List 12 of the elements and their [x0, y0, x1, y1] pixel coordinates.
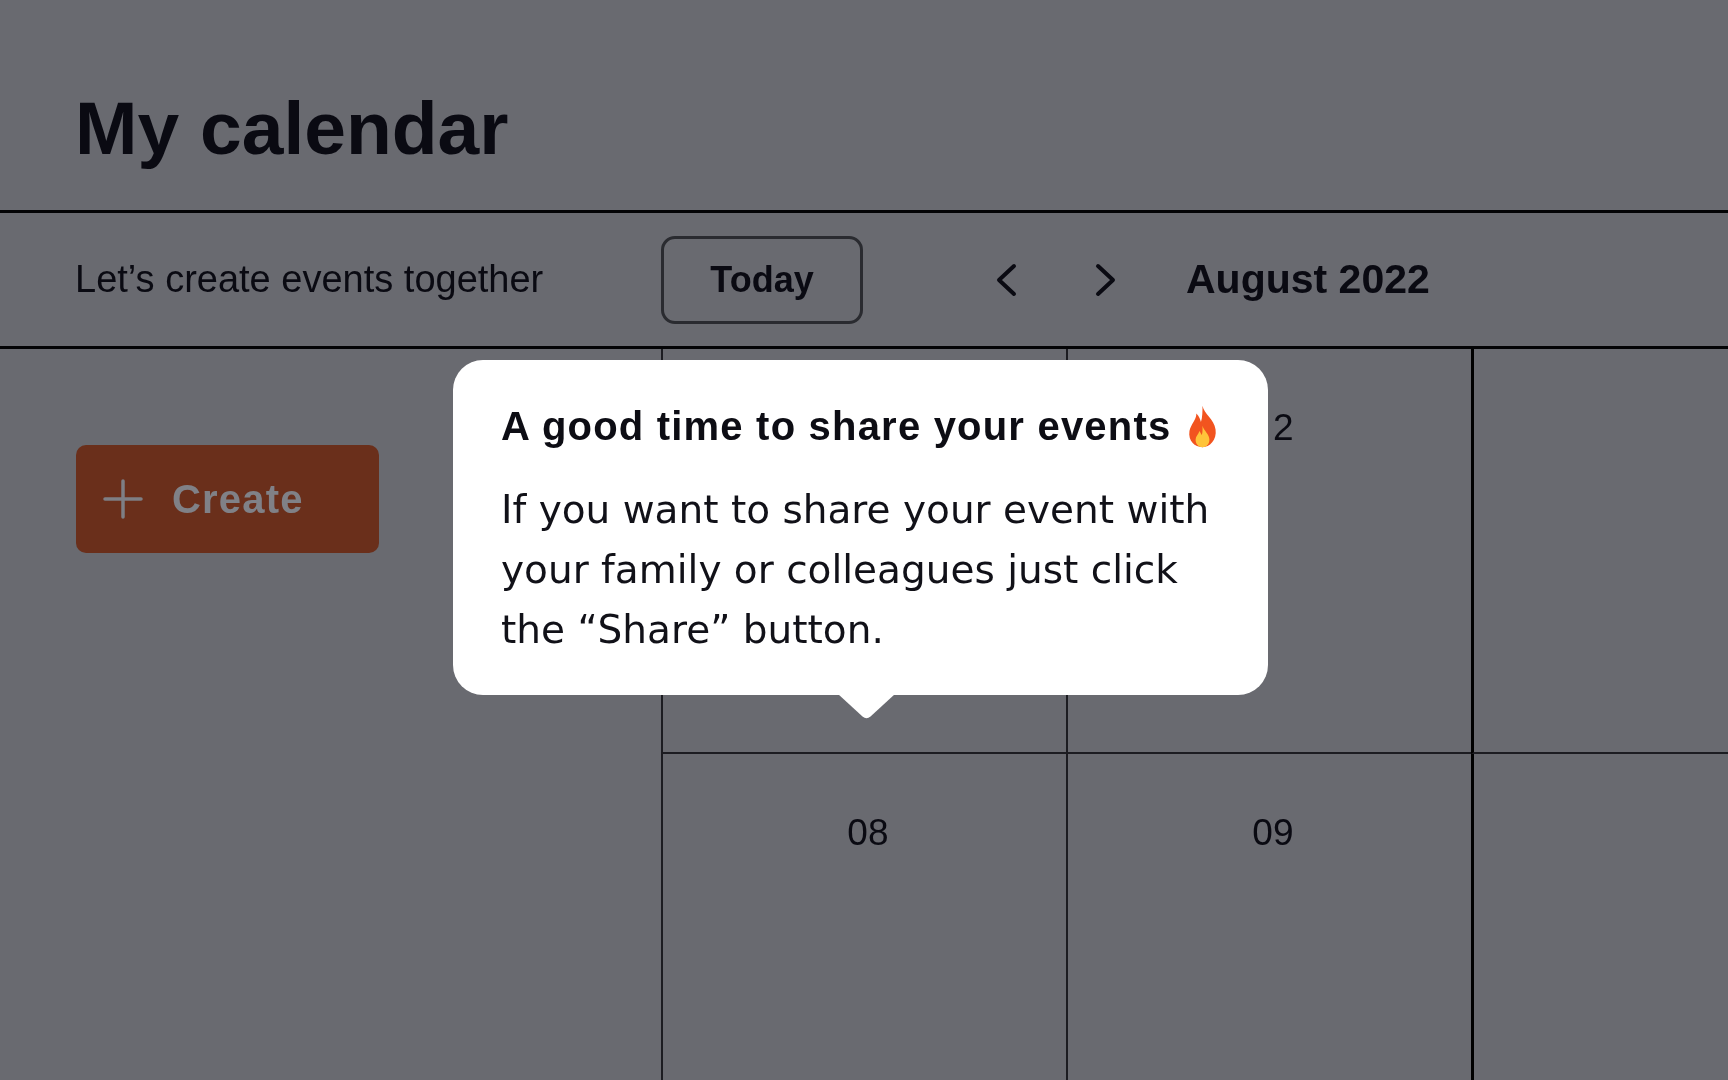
- tooltip-text: If you want to share your event with your family or colleagues just click the “Share” button.: [501, 486, 1211, 654]
- chevron-left-icon[interactable]: [996, 262, 1017, 297]
- today-button[interactable]: Today: [661, 235, 863, 324]
- tooltip-title: A good time to share your events: [501, 403, 1172, 450]
- create-button[interactable]: Create: [76, 445, 379, 553]
- month-title: August 2022: [1186, 254, 1430, 304]
- tagline-text: Let’s create events together: [75, 257, 544, 300]
- plus-icon: [103, 479, 143, 519]
- date-number: 2: [1272, 407, 1294, 448]
- date-number: 09: [1252, 812, 1294, 853]
- date-number: 08: [847, 812, 889, 853]
- chevron-right-icon[interactable]: [1095, 262, 1116, 297]
